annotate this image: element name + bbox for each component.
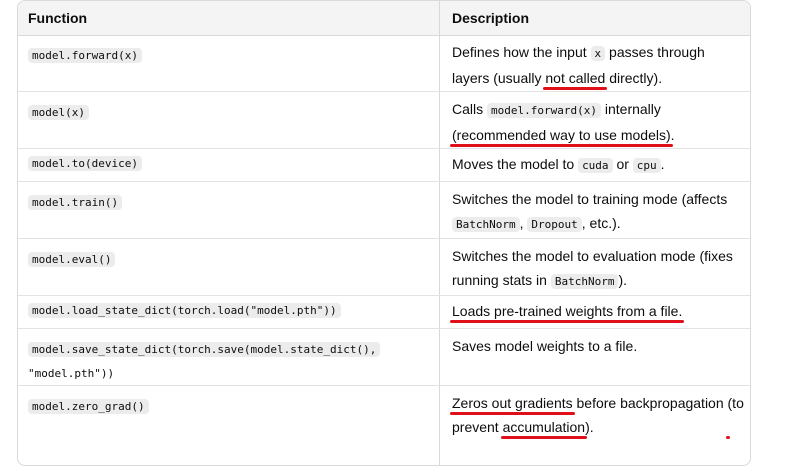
function-code: model.train() (28, 195, 123, 210)
function-code: model.load_state_dict(torch.load("model.… (28, 303, 341, 318)
row-description: Defines how the input x passes through l… (452, 44, 705, 86)
table-row: model.to(device) Moves the model to cuda… (18, 149, 750, 182)
row-description: Saves model weights to a file. (452, 338, 638, 354)
table-row: model.train() Switches the model to trai… (18, 182, 750, 239)
function-code: model.forward(x) (28, 48, 142, 63)
table-row: model.forward(x) Defines how the input x… (18, 35, 750, 92)
table-header: Function Description (18, 1, 750, 36)
row-description: Switches the model to training mode (aff… (452, 191, 728, 232)
function-code: model.to(device) (28, 156, 142, 171)
table-row: model.zero_grad() Zeros out gradients be… (18, 386, 750, 465)
function-code: model.zero_grad() (28, 399, 149, 414)
row-description: Calls model.forward(x) internally (recom… (452, 101, 675, 143)
function-code: model.save_state_dict(torch.save(model.s… (28, 342, 381, 357)
red-underline-annotation: accumulation (502, 419, 586, 435)
header-description: Description (452, 10, 530, 26)
table-row: model.load_state_dict(torch.load("model.… (18, 296, 750, 329)
red-underline-annotation: Zeros out gradients (452, 395, 573, 411)
red-underline-annotation: not called (545, 70, 606, 86)
function-code: model.eval() (28, 252, 116, 267)
row-description: Zeros out gradients before backpropagati… (452, 395, 744, 435)
table-row: model.save_state_dict(torch.save(model.s… (18, 329, 750, 386)
row-description: Loads pre-trained weights from a file. (452, 299, 744, 323)
header-function: Function (28, 10, 88, 26)
table-row: model.eval() Switches the model to evalu… (18, 239, 750, 296)
function-code-wrap: "model.pth")) (28, 367, 115, 380)
row-description: Switches the model to evaluation mode (f… (452, 248, 733, 289)
row-description: Moves the model to cuda or cpu. (452, 156, 665, 173)
function-code: model(x) (28, 105, 89, 120)
table-row: model(x) Calls model.forward(x) internal… (18, 92, 750, 149)
functions-table: Function Description model.forward(x) De… (17, 0, 751, 466)
red-underline-annotation: Loads pre-trained weights from a file. (452, 303, 683, 319)
red-underline-annotation: (recommended way to use models) (452, 127, 671, 143)
